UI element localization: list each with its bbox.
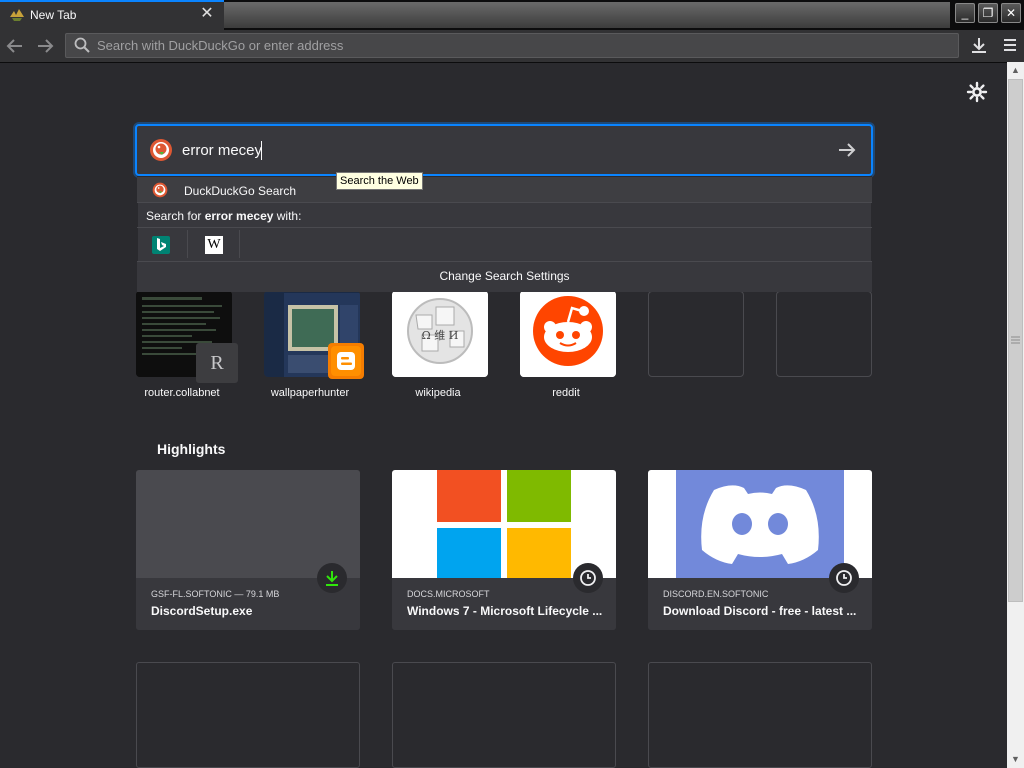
forward-arrow-icon[interactable] [34,36,56,56]
site-letter-badge: R [196,343,238,383]
clock-icon [573,563,603,593]
scroll-up-arrow-icon[interactable]: ▲ [1007,62,1024,79]
empty-site-tile[interactable] [776,291,872,377]
downloads-icon[interactable] [970,36,988,54]
highlight-title: DiscordSetup.exe [151,604,253,618]
search-engine-label[interactable]: DuckDuckGo Search [184,184,296,198]
top-site-tile[interactable] [520,291,616,377]
top-site-label: wikipedia [415,387,461,399]
window-restore-button[interactable]: ❐ [978,3,998,23]
change-search-settings-button[interactable]: Change Search Settings [137,262,872,292]
search-for-label: Search for error mecey with: [146,209,301,223]
tooltip: Search the Web [336,172,423,190]
highlight-source: DISCORD.EN.SOFTONIC [663,589,769,599]
top-site-label: reddit [552,387,580,399]
highlight-source: GSF-FL.SOFTONIC — 79.1 MB [151,589,280,599]
back-arrow-icon[interactable] [4,36,26,56]
top-site-label: router.collabnet [144,387,220,399]
divider [137,227,872,228]
bing-icon[interactable] [152,236,170,254]
tab-title: New Tab [30,8,77,22]
highlight-thumbnail [136,470,360,578]
scroll-down-arrow-icon[interactable]: ▼ [1007,751,1024,768]
highlight-title: Download Discord - free - latest ... [663,604,857,618]
highlight-title: Windows 7 - Microsoft Lifecycle ... [407,604,603,618]
gear-icon[interactable] [966,81,988,103]
empty-highlight-slot [136,662,360,768]
scrollbar-grip-icon [1011,336,1020,344]
highlight-card[interactable]: DOCS.MICROSOFT Windows 7 - Microsoft Lif… [392,470,616,630]
firefox-favicon-icon [10,9,24,21]
address-input[interactable] [97,34,937,56]
highlight-card[interactable]: GSF-FL.SOFTONIC — 79.1 MB DiscordSetup.e… [136,470,360,630]
highlights-heading: Highlights [157,441,226,457]
text-caret [261,141,262,160]
divider [239,230,240,258]
duckduckgo-icon [150,139,172,161]
tabstrip-empty-area[interactable] [224,2,950,28]
tab-close-icon[interactable]: ✕ [198,5,216,23]
highlight-card[interactable]: DISCORD.EN.SOFTONIC Download Discord - f… [648,470,872,630]
window-minimize-button[interactable]: _ [955,3,975,23]
search-query-text[interactable]: error mecey [182,142,262,159]
clock-icon [829,563,859,593]
divider [137,202,872,203]
empty-site-tile[interactable] [648,291,744,377]
top-site-tile[interactable]: Ω 维 И [392,291,488,377]
svg-text:Ω 维 И: Ω 维 И [422,329,459,342]
top-site-label: wallpaperhunter [270,387,350,399]
download-icon [317,563,347,593]
divider [187,230,188,258]
search-icon [74,37,90,53]
wikipedia-globe-icon: Ω 维 И [392,291,488,377]
wikipedia-icon[interactable]: W [205,236,223,254]
search-for-prefix: Search for [146,209,205,223]
search-for-query: error mecey [204,209,274,223]
hamburger-menu-icon[interactable] [1001,36,1019,54]
search-for-suffix: with: [273,209,302,223]
empty-highlight-slot [648,662,872,768]
empty-highlight-slot [392,662,616,768]
search-submit-arrow-icon[interactable] [836,139,858,161]
microsoft-logo-icon [392,470,616,578]
reddit-icon [520,291,616,377]
window-close-button[interactable]: ✕ [1001,3,1021,23]
duckduckgo-icon [152,182,168,198]
highlight-source: DOCS.MICROSOFT [407,589,490,599]
blogger-icon [328,343,364,379]
discord-logo-icon [648,470,872,578]
